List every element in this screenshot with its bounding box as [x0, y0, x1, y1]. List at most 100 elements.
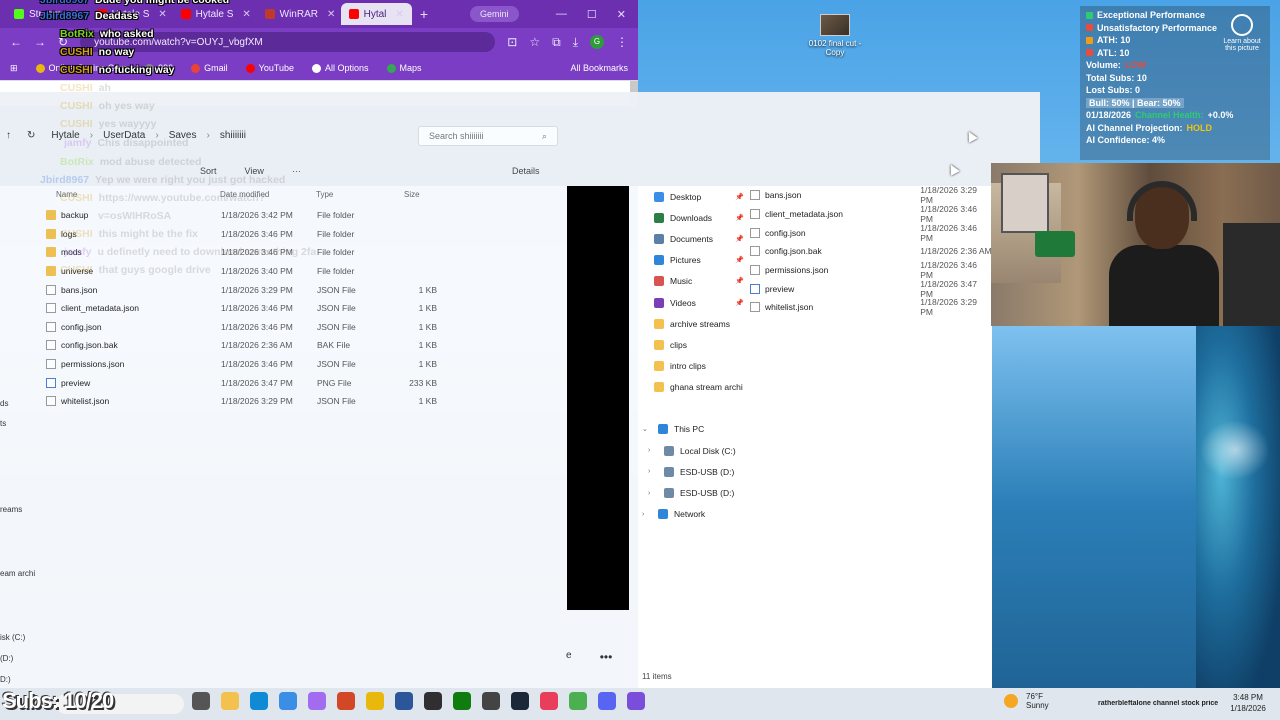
chevron-right-icon[interactable]: ›	[648, 490, 658, 497]
task-view-icon[interactable]	[192, 692, 210, 710]
browser-tab[interactable]: Hytal ✕	[340, 3, 412, 25]
breadcrumb-item[interactable]: Saves	[169, 130, 197, 141]
tab-close-icon[interactable]: ✕	[70, 9, 78, 20]
steam-icon[interactable]	[511, 692, 529, 710]
app-icon[interactable]	[540, 692, 558, 710]
search-input[interactable]: Search shiiiiiii ⌕	[418, 126, 558, 146]
bookmark-item[interactable]: Gmail	[191, 63, 228, 73]
file-explorer-icon[interactable]	[221, 692, 239, 710]
breadcrumb-item[interactable]: shiiiiiii	[220, 130, 246, 141]
browser-tab[interactable]: Hytale S ✕	[89, 3, 171, 25]
column-size[interactable]: Size	[404, 190, 444, 199]
more-options-icon[interactable]: •••	[598, 650, 614, 666]
chevron-down-icon[interactable]: ⌄	[642, 425, 652, 433]
tree-item[interactable]: › Network	[638, 504, 748, 525]
tree-item[interactable]: › ESD-USB (D:)	[638, 482, 748, 503]
extensions-icon[interactable]: ⧉	[552, 35, 561, 50]
all-bookmarks-button[interactable]: All Bookmarks	[570, 63, 628, 73]
system-clock[interactable]: 3:48 PM 1/18/2026	[1222, 692, 1274, 714]
file-row[interactable]: preview 1/18/2026 3:47 PM	[750, 279, 992, 299]
tab-close-icon[interactable]: ✕	[327, 9, 335, 20]
file-row[interactable]: permissions.json 1/18/2026 3:46 PM	[750, 260, 992, 280]
nav-item-videos[interactable]: Videos 📌	[638, 292, 748, 313]
browser-tab[interactable]: WinRAR ✕	[257, 3, 339, 25]
bookmark-item[interactable]: Online Casino Gam	[35, 63, 127, 73]
nav-item-intro-clips[interactable]: intro clips	[638, 356, 748, 377]
file-row[interactable]: client_metadata.json 1/18/2026 3:46 PM	[750, 204, 992, 224]
url-field[interactable]: youtube.com/watch?v=OUYJ_vbgfXM	[80, 32, 496, 52]
office-icon[interactable]	[337, 692, 355, 710]
install-icon[interactable]: ⊡	[507, 35, 517, 49]
chevron-right-icon[interactable]: ›	[642, 511, 652, 518]
column-type[interactable]: Type	[316, 190, 404, 199]
file-row[interactable]: config.json 1/18/2026 3:46 PM	[750, 223, 992, 243]
forward-icon[interactable]: →	[34, 35, 46, 49]
xbox-icon[interactable]	[453, 692, 471, 710]
download-icon[interactable]: ⤓	[573, 35, 578, 50]
nav-item-music[interactable]: Music 📌	[638, 271, 748, 292]
up-icon[interactable]: ↑	[6, 130, 11, 141]
store-icon[interactable]	[279, 692, 297, 710]
browser-tab[interactable]: Hytale S ✕	[173, 3, 255, 25]
more-button[interactable]: ···	[292, 166, 301, 176]
nav-item-pictures[interactable]: Pictures 📌	[638, 250, 748, 271]
tab-close-icon[interactable]: ✕	[395, 9, 403, 20]
tree-item[interactable]: ⌄ This PC	[638, 419, 748, 440]
details-button[interactable]: Details	[512, 166, 540, 176]
nav-item-documents[interactable]: Documents 📌	[638, 228, 748, 249]
reload-icon[interactable]: ↻	[58, 35, 68, 49]
bookmark-star-icon[interactable]: ☆	[529, 35, 540, 49]
chevron-right-icon[interactable]: ›	[648, 468, 658, 475]
file-row[interactable]: bans.json 1/18/2026 3:29 PM	[750, 185, 992, 205]
bookmark-item[interactable]: YouTube	[245, 63, 294, 73]
browser-tab[interactable]: Stream ✕	[6, 3, 87, 25]
gemini-button[interactable]: Gemini	[470, 6, 519, 22]
file-row[interactable]: preview 1/18/2026 3:47 PM PNG File 233 KB	[46, 373, 466, 392]
file-row[interactable]: client_metadata.json 1/18/2026 3:46 PM JSO…	[46, 299, 466, 318]
nav-item-ghana-stream-archi[interactable]: ghana stream archi	[638, 377, 748, 398]
file-row[interactable]: universe 1/18/2026 3:40 PM File folder	[46, 262, 466, 281]
profile-avatar[interactable]: G	[590, 35, 604, 49]
word-icon[interactable]	[395, 692, 413, 710]
bookmark-item[interactable]: All Options	[312, 63, 369, 73]
learn-about-picture[interactable]: Learn about this picture	[1218, 14, 1266, 52]
obs-icon[interactable]	[424, 692, 442, 710]
refresh-icon[interactable]: ↻	[27, 130, 35, 141]
discord-icon[interactable]	[598, 692, 616, 710]
chrome-icon[interactable]	[569, 692, 587, 710]
weather-widget[interactable]: 76°F Sunny	[1004, 692, 1049, 710]
file-row[interactable]: backup 1/18/2026 3:42 PM File folder	[46, 206, 466, 225]
app-icon[interactable]	[482, 692, 500, 710]
sort-button[interactable]: Sort	[200, 166, 217, 176]
tab-close-icon[interactable]: ✕	[242, 9, 250, 20]
file-row[interactable]: mods 1/18/2026 3:46 PM File folder	[46, 243, 466, 262]
column-name[interactable]: Name	[56, 190, 220, 199]
file-row[interactable]: config.json.bak 1/18/2026 2:36 AM BAK File…	[46, 336, 466, 355]
new-tab-button[interactable]: +	[420, 6, 428, 22]
desktop-shortcut[interactable]: 0102 final cut - Copy	[808, 14, 862, 57]
file-row[interactable]: config.json.bak 1/18/2026 2:36 AM	[750, 242, 992, 261]
menu-icon[interactable]: ⋮	[616, 35, 628, 49]
file-row[interactable]: bans.json 1/18/2026 3:29 PM JSON File 1 KB	[46, 280, 466, 299]
nav-item-clips[interactable]: clips	[638, 334, 748, 355]
file-row[interactable]: logs 1/18/2026 3:46 PM File folder	[46, 225, 466, 244]
app-icon[interactable]	[627, 692, 645, 710]
edge-icon[interactable]	[250, 692, 268, 710]
breadcrumb-item[interactable]: Hytale	[51, 130, 79, 141]
nav-item-downloads[interactable]: Downloads 📌	[638, 207, 748, 228]
bookmark-item[interactable]: Maps	[386, 63, 422, 73]
minimize-icon[interactable]: —	[556, 8, 567, 21]
file-row[interactable]: whitelist.json 1/18/2026 3:29 PM JSON File…	[46, 392, 466, 411]
apps-grid-icon[interactable]: ⊞	[10, 63, 18, 74]
back-icon[interactable]: ←	[10, 35, 22, 49]
bookmark-item[interactable]: 990	[145, 63, 173, 73]
column-date[interactable]: Date modified	[220, 190, 316, 199]
close-icon[interactable]: ✕	[617, 8, 626, 21]
chrome-icon[interactable]	[366, 692, 384, 710]
chevron-right-icon[interactable]: ›	[648, 447, 658, 454]
breadcrumb-item[interactable]: UserData	[103, 130, 145, 141]
nav-item-desktop[interactable]: Desktop 📌	[638, 186, 748, 207]
app-icon[interactable]	[308, 692, 326, 710]
file-row[interactable]: whitelist.json 1/18/2026 3:29 PM	[750, 297, 992, 317]
tab-close-icon[interactable]: ✕	[158, 9, 166, 20]
